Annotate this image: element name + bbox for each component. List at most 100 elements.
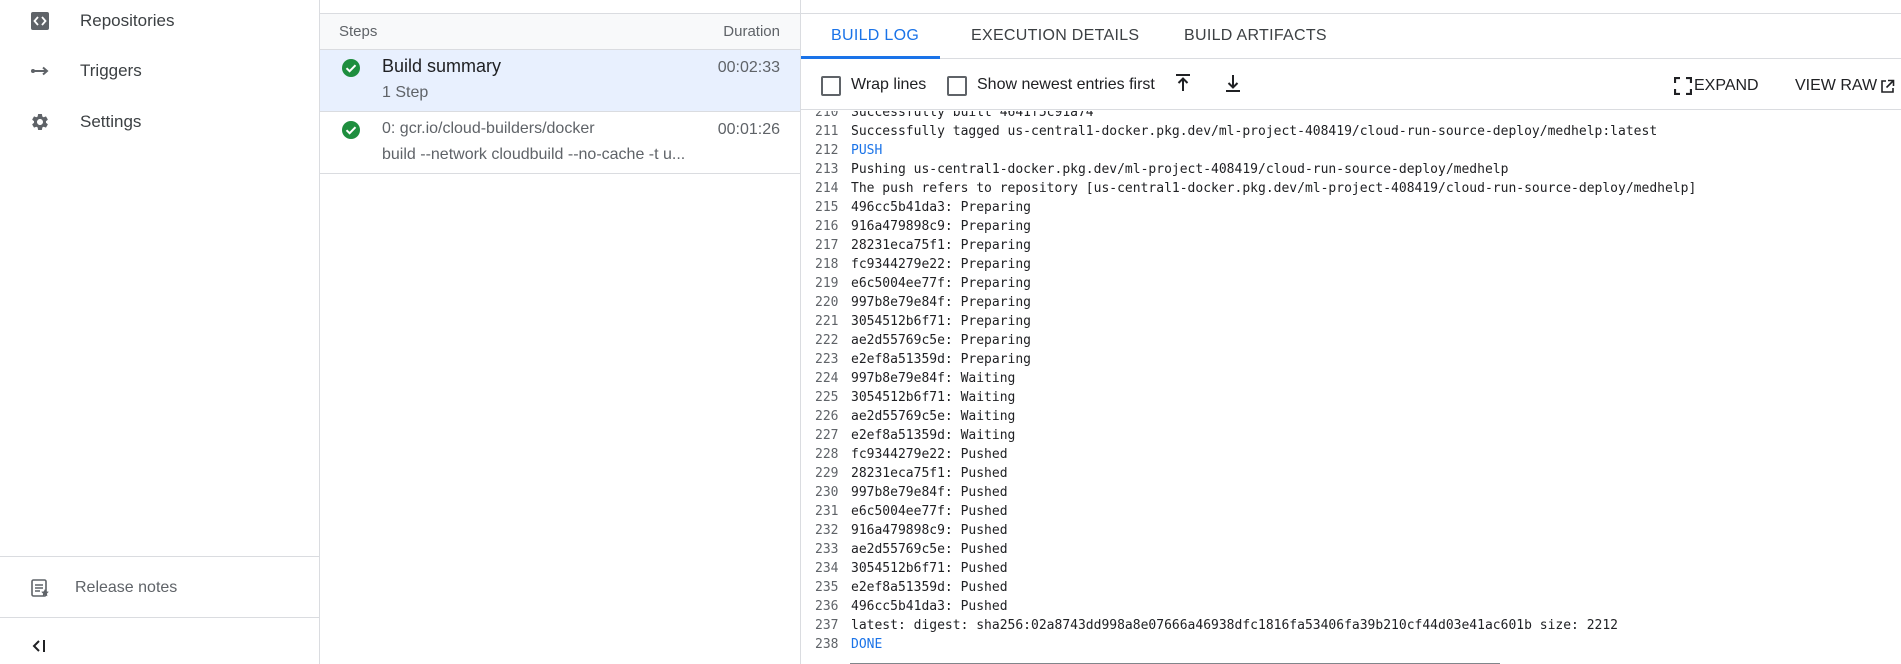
log-line-number: 235	[815, 580, 839, 595]
expand-icon	[1674, 77, 1692, 95]
build-log-panel: BUILD LOG EXECUTION DETAILS BUILD ARTIFA…	[801, 0, 1901, 664]
scroll-to-bottom-button[interactable]	[1221, 73, 1245, 97]
view-raw-label: VIEW RAW	[1795, 77, 1878, 94]
log-line-text: e2ef8a51359d: Waiting	[851, 428, 1016, 443]
log-line: 218 fc9344279e22: Preparing	[801, 255, 1901, 274]
sidebar-divider	[0, 617, 319, 618]
log-line-text: DONE	[851, 637, 883, 652]
log-line: 238 DONE	[801, 635, 1901, 654]
log-line-text: Pushing us-central1-docker.pkg.dev/ml-pr…	[851, 162, 1509, 177]
show-newest-checkbox[interactable]	[947, 76, 967, 96]
log-line-text: 496cc5b41da3: Preparing	[851, 200, 1032, 215]
log-line: 234 3054512b6f71: Pushed	[801, 559, 1901, 578]
step-subtitle: build --network cloudbuild --no-cache -t…	[382, 146, 686, 163]
log-line-number: 213	[815, 162, 839, 177]
sidebar-item-repositories[interactable]: Repositories	[0, 0, 319, 45]
log-line-number: 225	[815, 390, 839, 405]
log-line-number: 212	[815, 143, 839, 158]
log-line: 213 Pushing us-central1-docker.pkg.dev/ml…	[801, 160, 1901, 179]
log-line: 229 28231eca75f1: Pushed	[801, 464, 1901, 483]
log-line-number: 223	[815, 352, 839, 367]
log-line-number: 211	[815, 124, 839, 139]
log-line: 217 28231eca75f1: Preparing	[801, 236, 1901, 255]
log-line: 237 latest: digest: sha256:02a8743dd998a8…	[801, 616, 1901, 635]
scroll-to-top-icon	[1174, 73, 1192, 98]
log-line-number: 230	[815, 485, 839, 500]
sidebar: Repositories Triggers Settings Release n…	[0, 0, 320, 664]
log-line: 231 e6c5004ee77f: Pushed	[801, 502, 1901, 521]
expand-button[interactable]: EXPAND	[1674, 74, 1759, 98]
step-duration: 00:02:33	[717, 59, 780, 76]
log-line-number: 214	[815, 181, 839, 196]
log-line-text: Successfully built 4641f5c91a74	[851, 111, 1094, 120]
log-line-text: fc9344279e22: Pushed	[851, 447, 1008, 462]
step-subtitle: 1 Step	[382, 84, 429, 101]
steps-panel: Steps Duration Build summary 1 Step 00:0…	[320, 0, 801, 664]
collapse-sidebar-button[interactable]	[26, 636, 52, 660]
expand-label: EXPAND	[1694, 77, 1759, 94]
log-line-text: e2ef8a51359d: Pushed	[851, 580, 1008, 595]
log-line: 223 e2ef8a51359d: Preparing	[801, 350, 1901, 369]
log-line-text: 3054512b6f71: Preparing	[851, 314, 1032, 329]
view-raw-button[interactable]: VIEW RAW	[1795, 74, 1895, 98]
log-line-text: ae2d55769c5e: Waiting	[851, 409, 1016, 424]
wrap-lines-checkbox[interactable]	[821, 76, 841, 96]
step-title: 0: gcr.io/cloud-builders/docker	[382, 120, 595, 137]
trigger-arrow-icon	[28, 59, 52, 83]
log-line: 212 PUSH	[801, 141, 1901, 160]
log-line: 225 3054512b6f71: Waiting	[801, 388, 1901, 407]
log-line-number: 220	[815, 295, 839, 310]
log-line: 228 fc9344279e22: Pushed	[801, 445, 1901, 464]
log-line-number: 236	[815, 599, 839, 614]
log-line-number: 216	[815, 219, 839, 234]
tab-bar: BUILD LOG EXECUTION DETAILS BUILD ARTIFA…	[801, 14, 1901, 59]
log-toolbar: Wrap lines Show newest entries first EXP…	[801, 60, 1901, 110]
open-in-new-icon	[1880, 79, 1895, 94]
log-line-text: 916a479898c9: Preparing	[851, 219, 1032, 234]
log-line: 221 3054512b6f71: Preparing	[801, 312, 1901, 331]
log-line-text: 997b8e79e84f: Waiting	[851, 371, 1016, 386]
log-line-text: e6c5004ee77f: Pushed	[851, 504, 1008, 519]
active-tab-indicator	[801, 56, 940, 59]
step-row-docker[interactable]: 0: gcr.io/cloud-builders/docker build --…	[320, 112, 800, 174]
tab-build-artifacts[interactable]: BUILD ARTIFACTS	[1184, 14, 1327, 58]
scroll-to-bottom-icon	[1224, 73, 1242, 98]
log-line-number: 222	[815, 333, 839, 348]
step-row-build-summary[interactable]: Build summary 1 Step 00:02:33	[320, 50, 800, 112]
release-notes-link[interactable]: Release notes	[0, 564, 319, 612]
duration-column-header: Duration	[723, 23, 780, 40]
log-line-number: 231	[815, 504, 839, 519]
log-line-text: 496cc5b41da3: Pushed	[851, 599, 1008, 614]
gear-icon	[28, 110, 52, 134]
log-line-number: 227	[815, 428, 839, 443]
log-line: 210 Successfully built 4641f5c91a74	[801, 111, 1901, 122]
log-line-text: PUSH	[851, 143, 883, 158]
log-line: 226 ae2d55769c5e: Waiting	[801, 407, 1901, 426]
log-line-number: 228	[815, 447, 839, 462]
log-line-number: 210	[815, 111, 839, 120]
step-duration: 00:01:26	[717, 121, 780, 138]
log-output[interactable]: 210 Successfully built 4641f5c91a74 211 Suc…	[801, 111, 1901, 664]
log-line: 230 997b8e79e84f: Pushed	[801, 483, 1901, 502]
log-line-number: 237	[815, 618, 839, 633]
log-line-number: 238	[815, 637, 839, 652]
tab-execution-details[interactable]: EXECUTION DETAILS	[971, 14, 1139, 58]
wrap-lines-label: Wrap lines	[851, 76, 927, 93]
sidebar-item-label: Settings	[80, 112, 142, 131]
sidebar-item-settings[interactable]: Settings	[0, 98, 319, 146]
log-line-number: 218	[815, 257, 839, 272]
log-line: 214 The push refers to repository [us-cen…	[801, 179, 1901, 198]
log-line: 216 916a479898c9: Preparing	[801, 217, 1901, 236]
success-check-icon	[341, 120, 361, 140]
release-notes-icon	[28, 576, 52, 600]
log-line-number: 215	[815, 200, 839, 215]
sidebar-item-triggers[interactable]: Triggers	[0, 47, 319, 95]
log-line-text: Successfully tagged us-central1-docker.p…	[851, 124, 1658, 139]
log-line-text: e2ef8a51359d: Preparing	[851, 352, 1032, 367]
log-line-text: 916a479898c9: Pushed	[851, 523, 1008, 538]
tab-build-log[interactable]: BUILD LOG	[831, 14, 919, 58]
scroll-to-top-button[interactable]	[1171, 73, 1195, 97]
log-line-text: 28231eca75f1: Pushed	[851, 466, 1008, 481]
collapse-left-icon	[30, 638, 48, 659]
log-line-text: 28231eca75f1: Preparing	[851, 238, 1032, 253]
